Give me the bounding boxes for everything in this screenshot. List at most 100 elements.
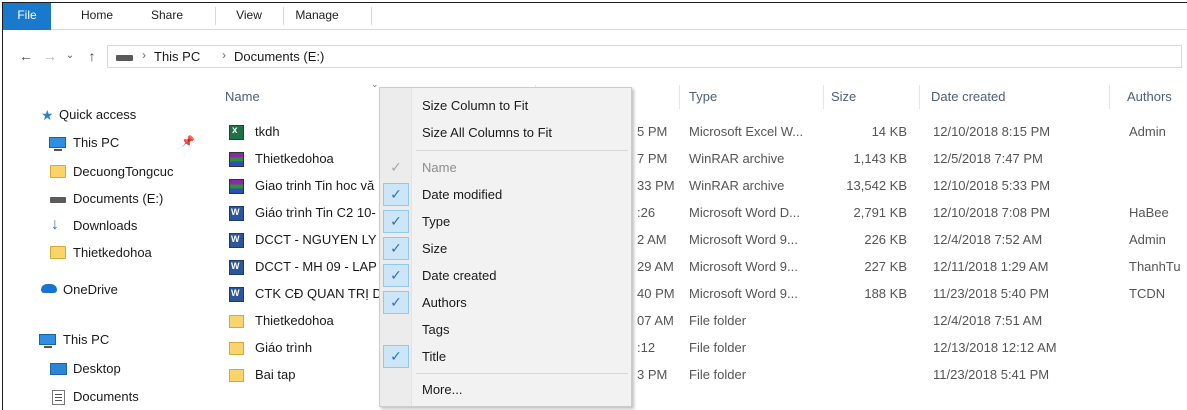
- word-icon: [229, 287, 244, 302]
- file-date-modified: :12: [637, 340, 656, 355]
- menu-separator: [416, 373, 628, 374]
- file-date-created: 12/10/2018 7:08 PM: [933, 205, 1051, 220]
- folder-icon: [229, 315, 244, 328]
- file-date-created: 12/13/2018 12:12 AM: [933, 340, 1057, 355]
- menu-item-size-all-columns-to-fit[interactable]: Size All Columns to Fit: [380, 119, 631, 146]
- file-date-created: 12/5/2018 7:47 PM: [933, 151, 1043, 166]
- file-date-modified: 5 PM: [637, 124, 668, 139]
- menu-item-label: Date created: [422, 268, 497, 283]
- column-header-authors[interactable]: Authors: [1127, 89, 1172, 104]
- drive-icon: [116, 55, 133, 61]
- tab-divider: [215, 7, 216, 25]
- menu-item-size-column-to-fit[interactable]: Size Column to Fit: [380, 92, 631, 119]
- menu-item-column-title[interactable]: ✓ Title: [380, 343, 631, 370]
- folder-icon: [50, 165, 66, 178]
- nav-item-downloads[interactable]: ↓ Downloads: [3, 214, 203, 238]
- file-type: WinRAR archive: [689, 151, 785, 166]
- file-type: Microsoft Word 9...: [689, 232, 798, 247]
- column-divider[interactable]: [823, 85, 824, 109]
- folder-icon: [50, 246, 66, 259]
- nav-item-quick-access[interactable]: ★ Quick access: [3, 103, 203, 127]
- chevron-right-icon[interactable]: ›: [222, 48, 226, 62]
- nav-item-label: Documents (E:): [73, 191, 164, 206]
- table-row[interactable]: Bai tap 3 PM File folder 11/23/2018 5:41…: [223, 364, 1187, 388]
- file-date-created: 11/23/2018 5:41 PM: [933, 367, 1050, 382]
- tab-manage[interactable]: Manage: [277, 3, 357, 30]
- nav-item-this-pc-root[interactable]: This PC: [3, 328, 203, 352]
- recent-locations-chevron-icon[interactable]: ⌄: [63, 45, 77, 67]
- up-arrow-icon[interactable]: ↑: [83, 45, 101, 67]
- file-authors: TCDN: [1129, 286, 1166, 301]
- winrar-icon: [229, 152, 244, 167]
- table-row[interactable]: CTK CĐ QUAN TRỊ D 40 PM Microsoft Word 9…: [223, 283, 1187, 307]
- table-row[interactable]: DCCT - MH 09 - LAP 29 AM Microsoft Word …: [223, 256, 1187, 280]
- menu-item-more[interactable]: More...: [380, 376, 631, 403]
- star-icon: ★: [41, 107, 54, 123]
- nav-item-documents-e[interactable]: Documents (E:): [3, 187, 203, 211]
- nav-item-documents[interactable]: Documents: [3, 385, 203, 409]
- menu-item-column-name: ✓ Name: [380, 154, 631, 181]
- documents-icon: [52, 390, 65, 405]
- column-divider[interactable]: [679, 85, 680, 109]
- menu-item-column-tags[interactable]: Tags: [380, 316, 631, 343]
- pin-icon[interactable]: 📌: [181, 135, 195, 148]
- table-row[interactable]: Thietkedohoa 07 AM File folder 12/4/2018…: [223, 310, 1187, 334]
- column-divider[interactable]: [919, 85, 920, 109]
- file-size: 2,791 KB: [853, 205, 908, 220]
- file-size: 14 KB: [871, 124, 907, 139]
- desktop-icon: [50, 363, 67, 375]
- column-header-date-created[interactable]: Date created: [931, 89, 1005, 104]
- nav-item-label: Downloads: [73, 218, 138, 233]
- navigation-bar: ← → ⌄ ↑ › This PC › Documents (E:): [3, 43, 1187, 69]
- pc-icon: [39, 334, 56, 348]
- menu-item-column-authors[interactable]: ✓ Authors: [380, 289, 631, 316]
- table-row[interactable]: Thietkedohoa 7 PM WinRAR archive 1,143 K…: [223, 148, 1187, 172]
- menu-item-column-size[interactable]: ✓ Size: [380, 235, 631, 262]
- menu-item-label: Date modified: [422, 187, 503, 202]
- file-date-modified: :26: [637, 205, 656, 220]
- address-bar[interactable]: › This PC › Documents (E:): [107, 45, 1182, 68]
- nav-item-this-pc[interactable]: This PC 📌: [3, 131, 203, 155]
- column-divider[interactable]: [1109, 85, 1110, 109]
- word-icon: [229, 233, 244, 248]
- breadcrumb-this-pc[interactable]: This PC: [154, 49, 200, 64]
- table-row[interactable]: Giáo trình :12 File folder 12/13/2018 12…: [223, 337, 1187, 361]
- tab-share[interactable]: Share: [127, 3, 207, 30]
- table-row[interactable]: DCCT - NGUYEN LY 2 AM Microsoft Word 9..…: [223, 229, 1187, 253]
- nav-item-decuongtongcuc[interactable]: DecuongTongcuc: [3, 160, 203, 184]
- check-icon: ✓: [390, 159, 402, 175]
- file-type: Microsoft Word 9...: [689, 259, 798, 274]
- nav-item-onedrive[interactable]: OneDrive: [3, 278, 203, 302]
- table-row[interactable]: Giáo trình Tin C2 10- :26 Microsoft Word…: [223, 202, 1187, 226]
- forward-arrow-icon[interactable]: →: [41, 45, 59, 67]
- table-row[interactable]: Giao trinh Tin hoc vă 33 PM WinRAR archi…: [223, 175, 1187, 199]
- column-header-name[interactable]: Name: [225, 89, 260, 104]
- cloud-icon: [41, 284, 57, 293]
- check-icon: ✓: [383, 291, 409, 314]
- download-icon: ↓: [51, 216, 59, 233]
- file-type: File folder: [689, 313, 747, 328]
- nav-item-desktop[interactable]: Desktop: [3, 357, 203, 381]
- menu-item-column-date-created[interactable]: ✓ Date created: [380, 262, 631, 289]
- menu-item-column-date-modified[interactable]: ✓ Date modified: [380, 181, 631, 208]
- file-type: File folder: [689, 367, 747, 382]
- table-row[interactable]: tkdh 5 PM Microsoft Excel W... 14 KB 12/…: [223, 121, 1187, 145]
- column-header-type[interactable]: Type: [689, 89, 717, 104]
- chevron-right-icon[interactable]: ›: [142, 48, 146, 62]
- file-date-modified: 2 AM: [637, 232, 667, 247]
- nav-item-thietkedohoa[interactable]: Thietkedohoa: [3, 241, 203, 265]
- check-icon: ✓: [383, 237, 409, 260]
- file-date-created: 12/4/2018 7:52 AM: [933, 232, 1043, 247]
- menu-item-column-type[interactable]: ✓ Type: [380, 208, 631, 235]
- tab-view[interactable]: View: [221, 3, 277, 30]
- back-arrow-icon[interactable]: ←: [17, 45, 35, 67]
- drive-icon: [50, 197, 66, 203]
- nav-item-label: Quick access: [59, 107, 137, 122]
- menu-item-label: Name: [422, 160, 457, 175]
- ribbon-tabs: File Home Share View Manage: [3, 3, 1187, 30]
- column-header-size[interactable]: Size: [831, 89, 856, 104]
- tab-file[interactable]: File: [3, 3, 51, 30]
- file-authors: Admin: [1129, 124, 1166, 139]
- breadcrumb-documents-e[interactable]: Documents (E:): [234, 49, 324, 64]
- tab-home[interactable]: Home: [67, 3, 127, 30]
